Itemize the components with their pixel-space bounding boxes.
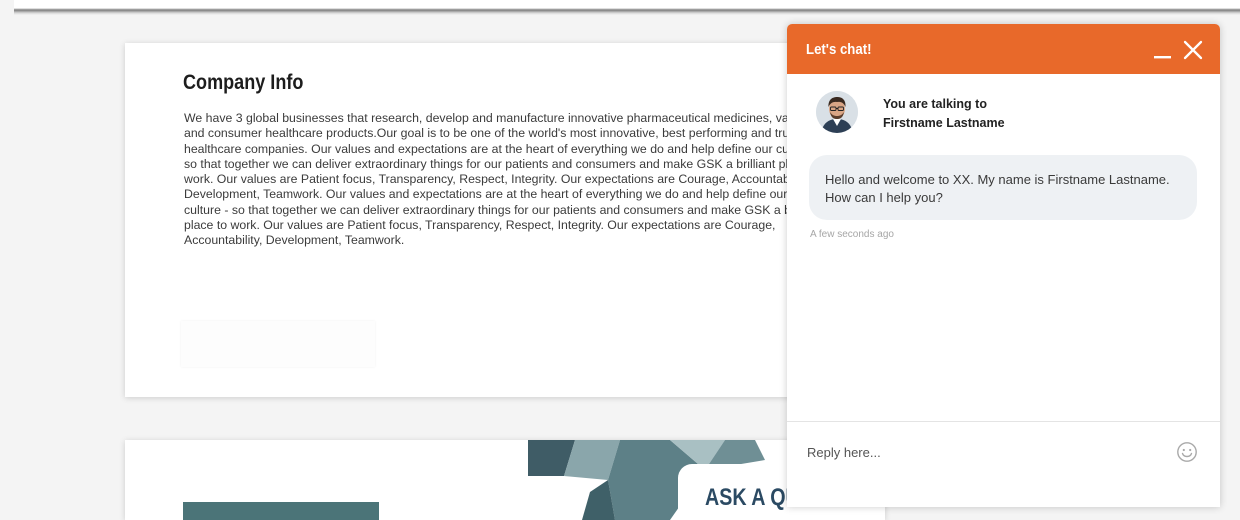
chat-header: Let's chat! bbox=[787, 24, 1220, 74]
agent-intro: You are talking to bbox=[883, 97, 987, 111]
reply-input[interactable] bbox=[807, 440, 1167, 464]
chat-title: Let's chat! bbox=[806, 41, 872, 58]
company-info-title: Company Info bbox=[183, 71, 304, 94]
promo-button[interactable] bbox=[183, 502, 379, 520]
minimize-icon[interactable] bbox=[1153, 40, 1173, 60]
agent-name: Firstname Lastname bbox=[883, 116, 1005, 130]
close-icon[interactable] bbox=[1183, 40, 1203, 60]
message-timestamp: A few seconds ago bbox=[810, 229, 894, 240]
agent-message-text: Hello and welcome to XX. My name is Firs… bbox=[825, 172, 1170, 205]
browser-top-edge bbox=[14, 0, 1240, 15]
chat-widget: Let's chat! You are talking to Firstname… bbox=[787, 24, 1220, 507]
avatar bbox=[816, 91, 858, 133]
info-card-placeholder bbox=[181, 321, 375, 367]
agent-photo bbox=[816, 91, 858, 133]
company-info-card: Company Info We have 3 global businesses… bbox=[125, 43, 885, 397]
reply-divider bbox=[787, 421, 1220, 422]
ask-question-card: ASK A QUESTION bbox=[125, 440, 885, 520]
agent-message-bubble: Hello and welcome to XX. My name is Firs… bbox=[809, 155, 1197, 220]
company-info-text: We have 3 global businesses that researc… bbox=[184, 111, 824, 248]
emoji-icon[interactable] bbox=[1176, 441, 1198, 463]
